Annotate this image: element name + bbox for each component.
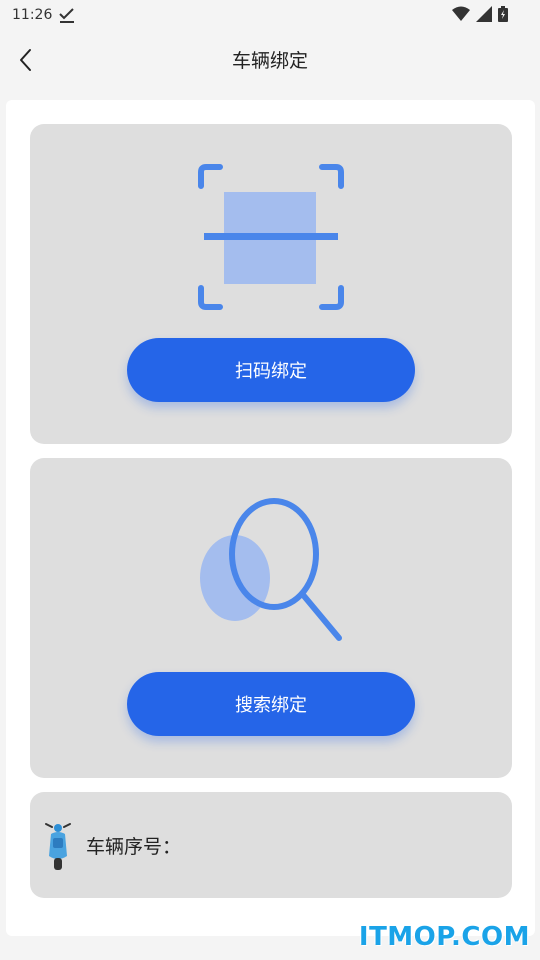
nav-bar: 车辆绑定 (0, 32, 540, 88)
battery-icon (498, 6, 508, 22)
status-time: 11:26 (12, 7, 53, 23)
page-title: 车辆绑定 (231, 50, 308, 72)
status-bar: 11:26 (0, 0, 540, 32)
search-magnifier-icon (200, 498, 342, 641)
download-done-icon (59, 8, 74, 23)
search-bind-button[interactable]: 搜索绑定 (127, 672, 415, 736)
vehicle-info-card: 车辆序号： (30, 792, 512, 898)
status-icons (452, 6, 508, 22)
scooter-icon (45, 823, 71, 870)
wifi-icon (452, 6, 470, 21)
qr-scan-icon (198, 164, 344, 310)
signal-icon (476, 6, 492, 22)
scan-bind-button[interactable]: 扫码绑定 (127, 338, 415, 402)
search-bind-card: 搜索绑定 (30, 458, 512, 778)
main-content: 扫码绑定 搜索绑定 车辆序号： (6, 100, 535, 936)
watermark: ITMOP.COM (358, 922, 530, 952)
vehicle-serial-label: 车辆序号： (86, 836, 182, 858)
scan-bind-card: 扫码绑定 (30, 124, 512, 444)
